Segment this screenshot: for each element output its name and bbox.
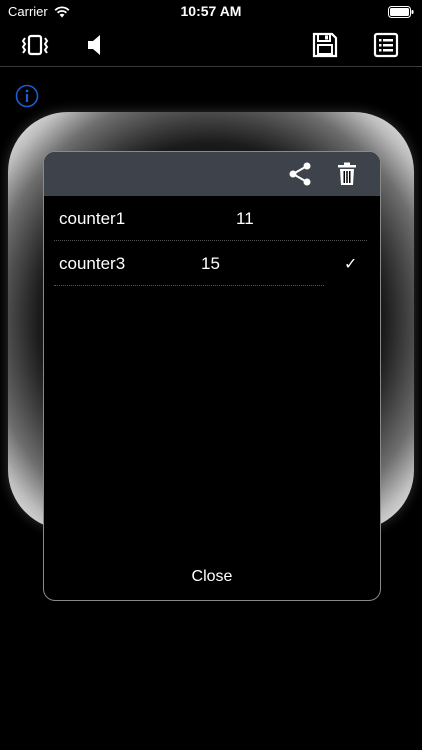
- counter-value: 11: [236, 209, 254, 228]
- info-icon[interactable]: [15, 84, 39, 108]
- save-icon: [312, 32, 338, 58]
- battery-icon: [388, 6, 414, 18]
- vibrate-icon: [21, 34, 49, 56]
- status-time: 10:57 AM: [180, 3, 242, 19]
- checkmark-icon: ✓: [344, 256, 358, 273]
- share-icon: [289, 162, 311, 186]
- trash-icon: [338, 162, 356, 185]
- vibrate-button[interactable]: [18, 28, 52, 62]
- counters-panel: counter1 11 counter3 15 ✓ Close: [43, 151, 381, 601]
- toolbar: [0, 22, 422, 67]
- counter-name: counter1: [59, 209, 126, 228]
- list-item[interactable]: counter3 15: [54, 241, 324, 286]
- speaker-icon: [88, 35, 100, 55]
- delete-button[interactable]: [333, 160, 361, 188]
- list-icon: [373, 32, 399, 58]
- counter-name: counter3: [59, 254, 126, 273]
- share-button[interactable]: [286, 160, 314, 188]
- save-button[interactable]: [308, 28, 342, 62]
- list-button[interactable]: [369, 28, 403, 62]
- panel-header: [44, 152, 380, 196]
- status-bar: Carrier 10:57 AM: [0, 0, 422, 22]
- counter-value: 15: [201, 254, 220, 273]
- sound-button[interactable]: [78, 28, 112, 62]
- list-item[interactable]: counter1 11: [54, 196, 367, 241]
- close-button[interactable]: Close: [44, 568, 380, 586]
